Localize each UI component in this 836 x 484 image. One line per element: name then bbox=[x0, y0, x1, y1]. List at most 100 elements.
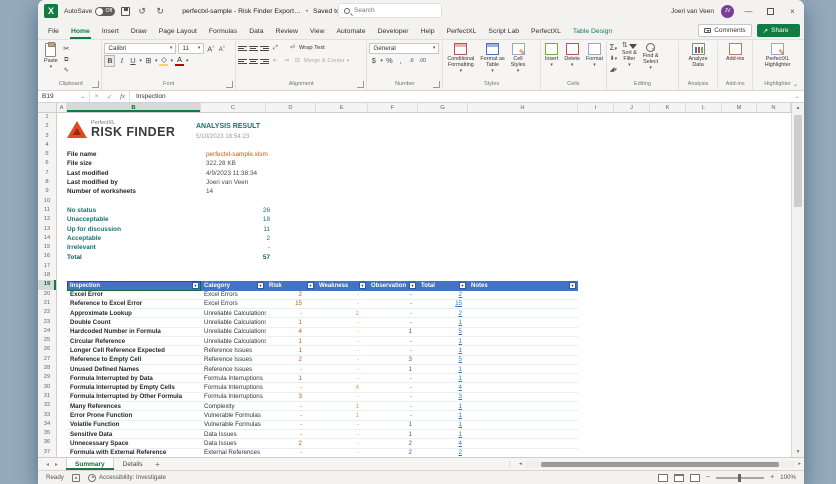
row-header-12[interactable]: 12 bbox=[38, 215, 56, 224]
filter-dropdown-icon[interactable]: ▼ bbox=[569, 282, 576, 289]
align-center-icon[interactable] bbox=[249, 58, 258, 65]
row-header-3[interactable]: 3 bbox=[38, 132, 56, 141]
total-cell[interactable]: 1 bbox=[418, 403, 468, 410]
row-header-30[interactable]: 30 bbox=[38, 383, 56, 392]
row-header-23[interactable]: 23 bbox=[38, 318, 56, 327]
font-family-select[interactable]: Calibri▾ bbox=[104, 43, 176, 54]
table-row[interactable]: Reference to Excel Error Excel Errors 15… bbox=[67, 300, 578, 309]
align-top-icon[interactable] bbox=[238, 45, 247, 52]
save-icon[interactable] bbox=[121, 7, 130, 16]
scroll-up-icon[interactable]: ▲ bbox=[792, 103, 804, 113]
row-header-33[interactable]: 33 bbox=[38, 411, 56, 420]
ribbon-tab[interactable]: Developer bbox=[372, 25, 415, 39]
decrease-decimal-icon[interactable]: .00 bbox=[418, 56, 427, 66]
increase-indent-icon[interactable]: ⇥ bbox=[282, 56, 291, 66]
total-cell[interactable]: 5 bbox=[418, 328, 468, 335]
redo-icon[interactable]: ↻ bbox=[154, 6, 166, 17]
row-header-34[interactable]: 34 bbox=[38, 420, 56, 429]
total-cell[interactable]: 15 bbox=[418, 300, 468, 307]
horizontal-scrollbar[interactable]: ⋮ ◂ ▸ bbox=[504, 458, 804, 470]
row-header-31[interactable]: 31 bbox=[38, 392, 56, 401]
row-header-37[interactable]: 37 bbox=[38, 448, 56, 457]
table-header-cell[interactable]: Risk ▼ bbox=[266, 281, 316, 291]
table-row[interactable]: Hardcoded Number in Formula Unreliable C… bbox=[67, 328, 578, 337]
table-row[interactable]: Volatile Function Vulnerable Formulas - … bbox=[67, 421, 578, 430]
table-header-cell[interactable]: Total ▼ bbox=[418, 281, 468, 291]
column-header[interactable]: E bbox=[316, 103, 368, 112]
select-all-corner[interactable] bbox=[38, 103, 57, 112]
table-row[interactable]: Sensitive Data Data Issues - - 1 1 bbox=[67, 430, 578, 439]
row-header-11[interactable]: 11 bbox=[38, 206, 56, 215]
ribbon-tab[interactable]: Data bbox=[243, 25, 269, 39]
undo-icon[interactable]: ↺ bbox=[136, 6, 148, 17]
row-header-29[interactable]: 29 bbox=[38, 373, 56, 382]
total-cell[interactable]: 3 bbox=[418, 393, 468, 400]
column-header[interactable]: F bbox=[368, 103, 418, 112]
increase-decimal-icon[interactable]: .0⃖ bbox=[407, 56, 416, 66]
column-header[interactable]: L bbox=[686, 103, 722, 112]
paste-button[interactable]: Paste ▾ bbox=[42, 42, 60, 70]
insert-function-icon[interactable]: fx bbox=[116, 93, 129, 100]
underline-button[interactable]: U bbox=[128, 56, 137, 66]
align-middle-icon[interactable] bbox=[249, 45, 258, 52]
row-header-1[interactable]: 1 bbox=[38, 113, 56, 122]
sheet-tab[interactable]: Summary bbox=[66, 458, 114, 470]
worksheet-grid[interactable]: 1234567891011121314151617181920212223242… bbox=[38, 113, 791, 457]
column-header[interactable]: A bbox=[57, 103, 67, 112]
search-input[interactable] bbox=[354, 7, 424, 14]
ribbon-tab[interactable]: Help bbox=[415, 25, 441, 39]
ribbon-tab[interactable]: Insert bbox=[96, 25, 125, 39]
font-dialog-launcher[interactable] bbox=[226, 81, 233, 88]
insert-cells-button[interactable]: Insert ▾ bbox=[543, 42, 560, 68]
ribbon-tab[interactable]: Page Layout bbox=[153, 25, 203, 39]
font-color-caret-icon[interactable]: ▾ bbox=[186, 59, 189, 63]
vertical-scroll-thumb[interactable] bbox=[794, 115, 802, 207]
table-header-cell[interactable]: Category ▼ bbox=[201, 281, 266, 291]
underline-caret-icon[interactable]: ▾ bbox=[139, 59, 142, 63]
column-header[interactable]: H bbox=[468, 103, 578, 112]
table-row[interactable]: Formula Interrupted by Data Formula Inte… bbox=[67, 374, 578, 383]
total-cell[interactable]: 1 bbox=[418, 366, 468, 373]
ribbon-tab[interactable]: PerfectXL bbox=[525, 25, 567, 39]
user-name[interactable]: Joeri van Veen bbox=[671, 8, 714, 15]
comma-style-icon[interactable]: , bbox=[396, 56, 405, 66]
borders-caret-icon[interactable]: ▾ bbox=[155, 59, 158, 63]
autosum-button[interactable]: Σ▾ bbox=[609, 43, 618, 53]
table-row[interactable]: Circular Reference Unreliable Calculatio… bbox=[67, 337, 578, 346]
filter-dropdown-icon[interactable]: ▼ bbox=[257, 282, 264, 289]
decrease-font-icon[interactable]: A˅ bbox=[217, 42, 226, 55]
fill-color-button[interactable]: ◇ bbox=[159, 56, 168, 66]
enter-icon[interactable]: ✓ bbox=[103, 93, 116, 101]
user-avatar[interactable]: JV bbox=[721, 5, 734, 18]
formula-bar-expand-icon[interactable]: ⌄ bbox=[790, 94, 804, 100]
total-cell[interactable]: 4 bbox=[418, 384, 468, 391]
clear-button[interactable]: ◢▾ bbox=[609, 65, 618, 75]
table-row[interactable]: Longer Cell Reference Expected Reference… bbox=[67, 346, 578, 355]
row-header-22[interactable]: 22 bbox=[38, 308, 56, 317]
percent-style-icon[interactable]: % bbox=[385, 56, 394, 66]
ribbon-tab[interactable]: Review bbox=[270, 25, 304, 39]
row-header-5[interactable]: 5 bbox=[38, 150, 56, 159]
addins-button[interactable]: Add-ins bbox=[724, 42, 746, 63]
vertical-scrollbar[interactable]: ▲ ▼ bbox=[791, 103, 804, 457]
ribbon-collapse-icon[interactable]: ⌄ bbox=[793, 81, 798, 88]
filter-dropdown-icon[interactable]: ▼ bbox=[192, 282, 199, 289]
minimize-button[interactable]: — bbox=[741, 4, 756, 18]
row-header-13[interactable]: 13 bbox=[38, 225, 56, 234]
page-layout-view-icon[interactable] bbox=[674, 474, 684, 482]
zoom-slider-thumb[interactable] bbox=[738, 474, 741, 482]
filter-dropdown-icon[interactable]: ▼ bbox=[307, 282, 314, 289]
table-header-cell[interactable]: Weakness ▼ bbox=[316, 281, 368, 291]
zoom-out-icon[interactable]: − bbox=[706, 474, 710, 481]
share-button[interactable]: ↗ Share ▾ bbox=[757, 24, 800, 37]
row-header-21[interactable]: 21 bbox=[38, 299, 56, 308]
italic-button[interactable]: I bbox=[117, 56, 126, 66]
decrease-indent-icon[interactable]: ⇤ bbox=[271, 56, 280, 66]
copy-button[interactable]: ⧉ bbox=[62, 55, 71, 65]
total-cell[interactable]: 1 bbox=[418, 338, 468, 345]
align-bottom-icon[interactable] bbox=[260, 45, 269, 52]
row-header-7[interactable]: 7 bbox=[38, 169, 56, 178]
cell-styles-button[interactable]: Cell Styles ▾ bbox=[509, 42, 528, 74]
horizontal-scroll-thumb[interactable] bbox=[541, 462, 779, 467]
ribbon-tab[interactable]: Script Lab bbox=[482, 25, 525, 39]
